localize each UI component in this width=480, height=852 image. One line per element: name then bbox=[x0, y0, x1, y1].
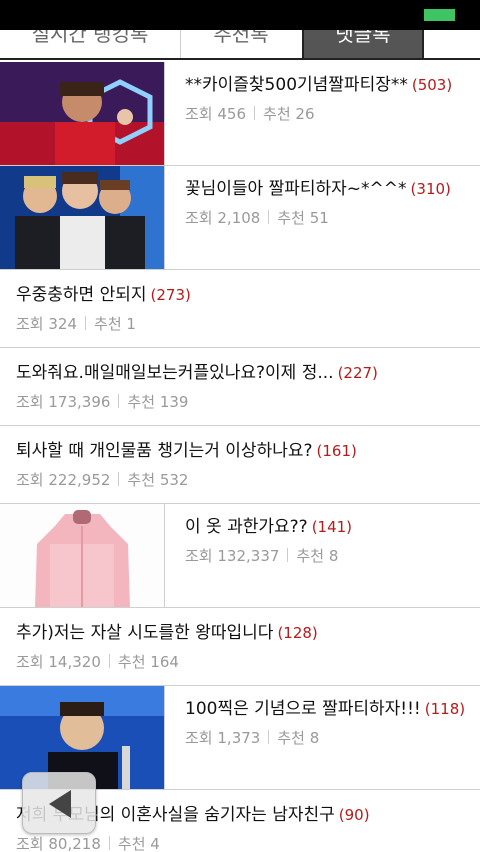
views-label: 조회 bbox=[185, 209, 213, 227]
list-item[interactable]: 이 옷 과한가요?? (141) 조회 132,337 추천 8 bbox=[0, 504, 480, 608]
tab-label: 댓글톡 bbox=[335, 30, 391, 46]
views-label: 조회 bbox=[16, 653, 44, 671]
divider bbox=[118, 394, 120, 408]
recommend-count: 51 bbox=[309, 209, 329, 227]
recommend-count: 26 bbox=[295, 105, 315, 123]
tab-realtime-ranking[interactable]: 실시간 랭킹톡 bbox=[0, 30, 181, 58]
post-list: **카이즐찾500기념짤파티장** (503) 조회 456 추천 26 꽃님이들아… bbox=[0, 62, 480, 852]
views-count: 132,337 bbox=[217, 547, 280, 565]
views-count: 222,952 bbox=[48, 471, 111, 489]
comment-count: (227) bbox=[337, 364, 378, 382]
recommend-label: 추천 bbox=[127, 393, 156, 411]
divider bbox=[85, 316, 87, 330]
comment-count: (273) bbox=[150, 286, 191, 304]
back-button[interactable] bbox=[22, 772, 96, 834]
views-label: 조회 bbox=[185, 547, 213, 565]
views-label: 조회 bbox=[16, 835, 44, 852]
comment-count: (128) bbox=[277, 624, 318, 642]
list-item[interactable]: 도와줘요.매일매일보는커플있나요?이제 정... (227) 조회 173,396… bbox=[0, 348, 480, 426]
tab-comments[interactable]: 댓글톡 bbox=[302, 30, 424, 58]
views-label: 조회 bbox=[185, 105, 213, 123]
tab-bar: 실시간 랭킹톡 추천톡 댓글톡 bbox=[0, 30, 480, 60]
post-title: **카이즐찾500기념짤파티장** bbox=[185, 75, 408, 95]
views-label: 조회 bbox=[16, 471, 44, 489]
thumbnail-image bbox=[0, 62, 165, 165]
list-item[interactable]: 꽃님이들아 짤파티하자~*^^* (310) 조회 2,108 추천 51 bbox=[0, 166, 480, 270]
post-title: 100찍은 기념으로 짤파티하자!!! bbox=[185, 699, 421, 719]
post-title: 이 옷 과한가요?? bbox=[185, 517, 308, 537]
views-label: 조회 bbox=[16, 315, 44, 333]
list-item[interactable]: 추가)저는 자살 시도를한 왕따입니다 (128) 조회 14,320 추천 164 bbox=[0, 608, 480, 686]
recommend-count: 8 bbox=[309, 729, 320, 747]
views-label: 조회 bbox=[16, 393, 44, 411]
comment-count: (118) bbox=[424, 700, 466, 718]
views-count: 324 bbox=[48, 315, 78, 333]
divider bbox=[118, 472, 120, 486]
comment-count: (161) bbox=[316, 442, 357, 460]
tab-label: 추천톡 bbox=[213, 30, 269, 46]
recommend-label: 추천 bbox=[127, 471, 156, 489]
divider bbox=[108, 836, 110, 850]
divider bbox=[108, 654, 110, 668]
views-count: 2,108 bbox=[217, 209, 261, 227]
recommend-count: 532 bbox=[159, 471, 189, 489]
tab-label: 실시간 랭킹톡 bbox=[31, 30, 149, 46]
views-count: 1,373 bbox=[217, 729, 261, 747]
comment-count: (503) bbox=[411, 76, 453, 94]
post-title: 추가)저는 자살 시도를한 왕따입니다 bbox=[16, 623, 274, 643]
recommend-label: 추천 bbox=[117, 653, 146, 671]
battery-icon bbox=[424, 9, 455, 21]
comment-count: (90) bbox=[338, 806, 370, 824]
divider bbox=[268, 730, 270, 744]
divider bbox=[268, 210, 270, 224]
comment-count: (310) bbox=[410, 180, 451, 198]
recommend-label: 추천 bbox=[277, 209, 305, 227]
list-item[interactable]: **카이즐찾500기념짤파티장** (503) 조회 456 추천 26 bbox=[0, 62, 480, 166]
tab-recommended[interactable]: 추천톡 bbox=[182, 30, 300, 58]
recommend-count: 164 bbox=[150, 653, 179, 671]
post-title: 도와줘요.매일매일보는커플있나요?이제 정... bbox=[16, 363, 334, 383]
divider bbox=[254, 106, 256, 120]
comment-count: (141) bbox=[311, 518, 353, 536]
recommend-count: 1 bbox=[126, 315, 136, 333]
recommend-label: 추천 bbox=[263, 105, 291, 123]
recommend-label: 추천 bbox=[296, 547, 325, 565]
recommend-label: 추천 bbox=[277, 729, 305, 747]
views-count: 80,218 bbox=[48, 835, 101, 852]
recommend-count: 4 bbox=[150, 835, 160, 852]
views-count: 14,320 bbox=[48, 653, 101, 671]
back-arrow-icon bbox=[49, 790, 71, 818]
post-title: 우중충하면 안되지 bbox=[16, 285, 147, 305]
recommend-label: 추천 bbox=[117, 835, 146, 852]
views-label: 조회 bbox=[185, 729, 213, 747]
status-bar bbox=[0, 0, 480, 30]
recommend-count: 139 bbox=[159, 393, 189, 411]
recommend-label: 추천 bbox=[94, 315, 122, 333]
list-item[interactable]: 우중충하면 안되지 (273) 조회 324 추천 1 bbox=[0, 270, 480, 348]
divider bbox=[287, 548, 289, 562]
thumbnail-image bbox=[0, 166, 165, 269]
list-item[interactable]: 퇴사할 때 개인물품 챙기는거 이상하나요? (161) 조회 222,952 추천… bbox=[0, 426, 480, 504]
post-title: 퇴사할 때 개인물품 챙기는거 이상하나요? bbox=[16, 441, 313, 461]
views-count: 456 bbox=[217, 105, 247, 123]
post-title: 꽃님이들아 짤파티하자~*^^* bbox=[185, 179, 407, 199]
thumbnail-image bbox=[0, 504, 165, 607]
recommend-count: 8 bbox=[328, 547, 339, 565]
views-count: 173,396 bbox=[48, 393, 111, 411]
